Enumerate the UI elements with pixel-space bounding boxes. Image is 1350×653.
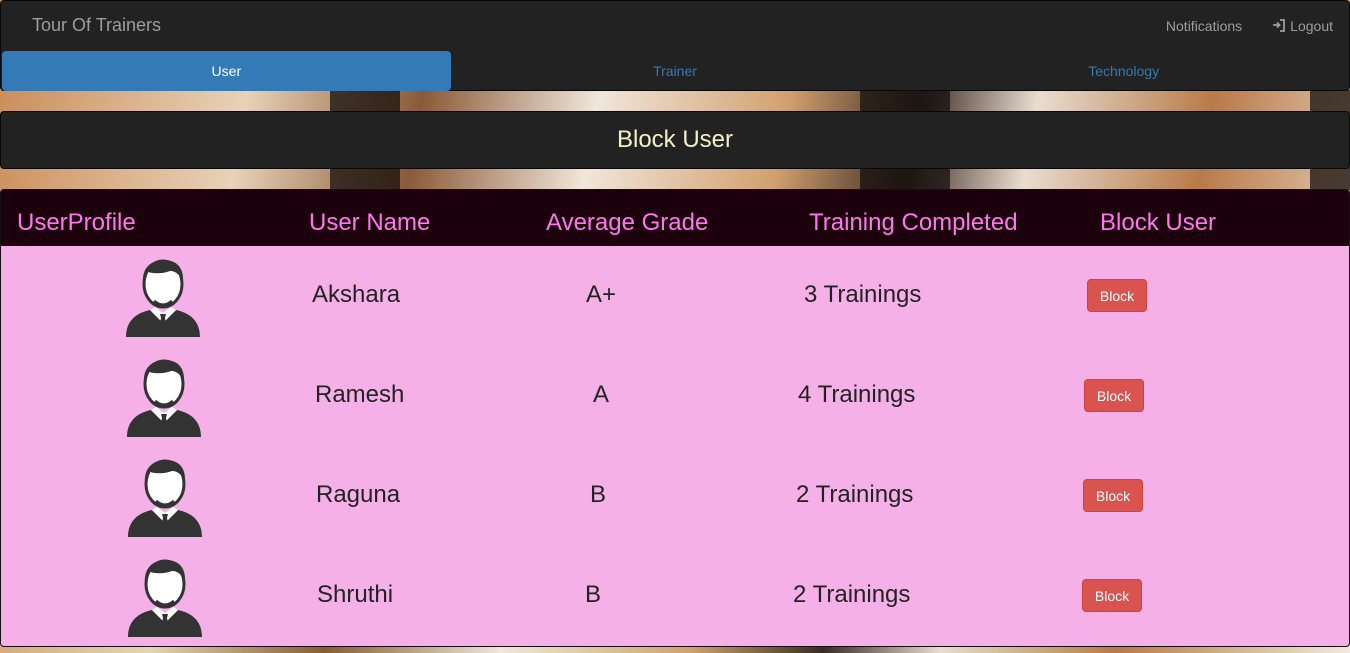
average-grade-cell: A bbox=[593, 381, 610, 408]
user-name-cell: Raguna bbox=[316, 481, 401, 508]
user-name-cell: Akshara bbox=[312, 281, 401, 308]
block-button[interactable]: Block bbox=[1087, 279, 1147, 312]
notifications-link[interactable]: Notifications bbox=[1166, 18, 1242, 34]
user-avatar-icon bbox=[125, 357, 203, 437]
header-user-name: User Name bbox=[309, 209, 431, 236]
user-name-cell: Shruthi bbox=[317, 581, 394, 608]
tab-user[interactable]: User bbox=[2, 51, 451, 91]
user-name-cell: Ramesh bbox=[315, 381, 405, 408]
block-button[interactable]: Block bbox=[1082, 579, 1142, 612]
header-average-grade: Average Grade bbox=[546, 209, 709, 236]
tab-trainer[interactable]: Trainer bbox=[451, 51, 900, 91]
tab-technology[interactable]: Technology bbox=[899, 51, 1348, 91]
main-tabs: User Trainer Technology bbox=[2, 51, 1348, 91]
users-table: UserProfile User Name Average Grade Trai… bbox=[0, 189, 1350, 647]
training-completed-cell: 3 Trainings bbox=[804, 281, 922, 308]
page-title: Block User bbox=[616, 126, 734, 153]
header-block-user: Block User bbox=[1100, 209, 1217, 236]
header-user-profile: UserProfile bbox=[17, 209, 136, 236]
brand-link[interactable]: Tour Of Trainers bbox=[32, 15, 161, 36]
nav-right: Notifications Logout bbox=[1166, 18, 1333, 34]
log-in-icon bbox=[1273, 19, 1286, 32]
training-completed-cell: 4 Trainings bbox=[798, 381, 916, 408]
training-completed-cell: 2 Trainings bbox=[793, 581, 911, 608]
table-row: Raguna B 2 Trainings Block bbox=[1, 456, 1349, 556]
user-avatar-icon bbox=[124, 257, 202, 337]
average-grade-cell: B bbox=[590, 481, 607, 508]
table-row: Akshara A+ 3 Trainings Block bbox=[1, 256, 1349, 356]
training-completed-cell: 2 Trainings bbox=[796, 481, 914, 508]
navbar: Tour Of Trainers Notifications Logout Us… bbox=[0, 0, 1350, 91]
average-grade-cell: B bbox=[585, 581, 602, 608]
title-panel: Block User bbox=[0, 111, 1350, 169]
table-row: Ramesh A 4 Trainings Block bbox=[1, 356, 1349, 456]
logout-label: Logout bbox=[1290, 18, 1333, 34]
header-training-completed: Training Completed bbox=[809, 209, 1018, 236]
user-avatar-icon bbox=[126, 557, 204, 637]
logout-link[interactable]: Logout bbox=[1272, 18, 1333, 34]
block-button[interactable]: Block bbox=[1083, 479, 1143, 512]
user-avatar-icon bbox=[126, 457, 204, 537]
notifications-label: Notifications bbox=[1165, 18, 1243, 34]
table-header: UserProfile User Name Average Grade Trai… bbox=[1, 190, 1349, 246]
block-button[interactable]: Block bbox=[1084, 379, 1144, 412]
table-row: Shruthi B 2 Trainings Block bbox=[1, 556, 1349, 646]
average-grade-cell: A+ bbox=[586, 281, 617, 308]
